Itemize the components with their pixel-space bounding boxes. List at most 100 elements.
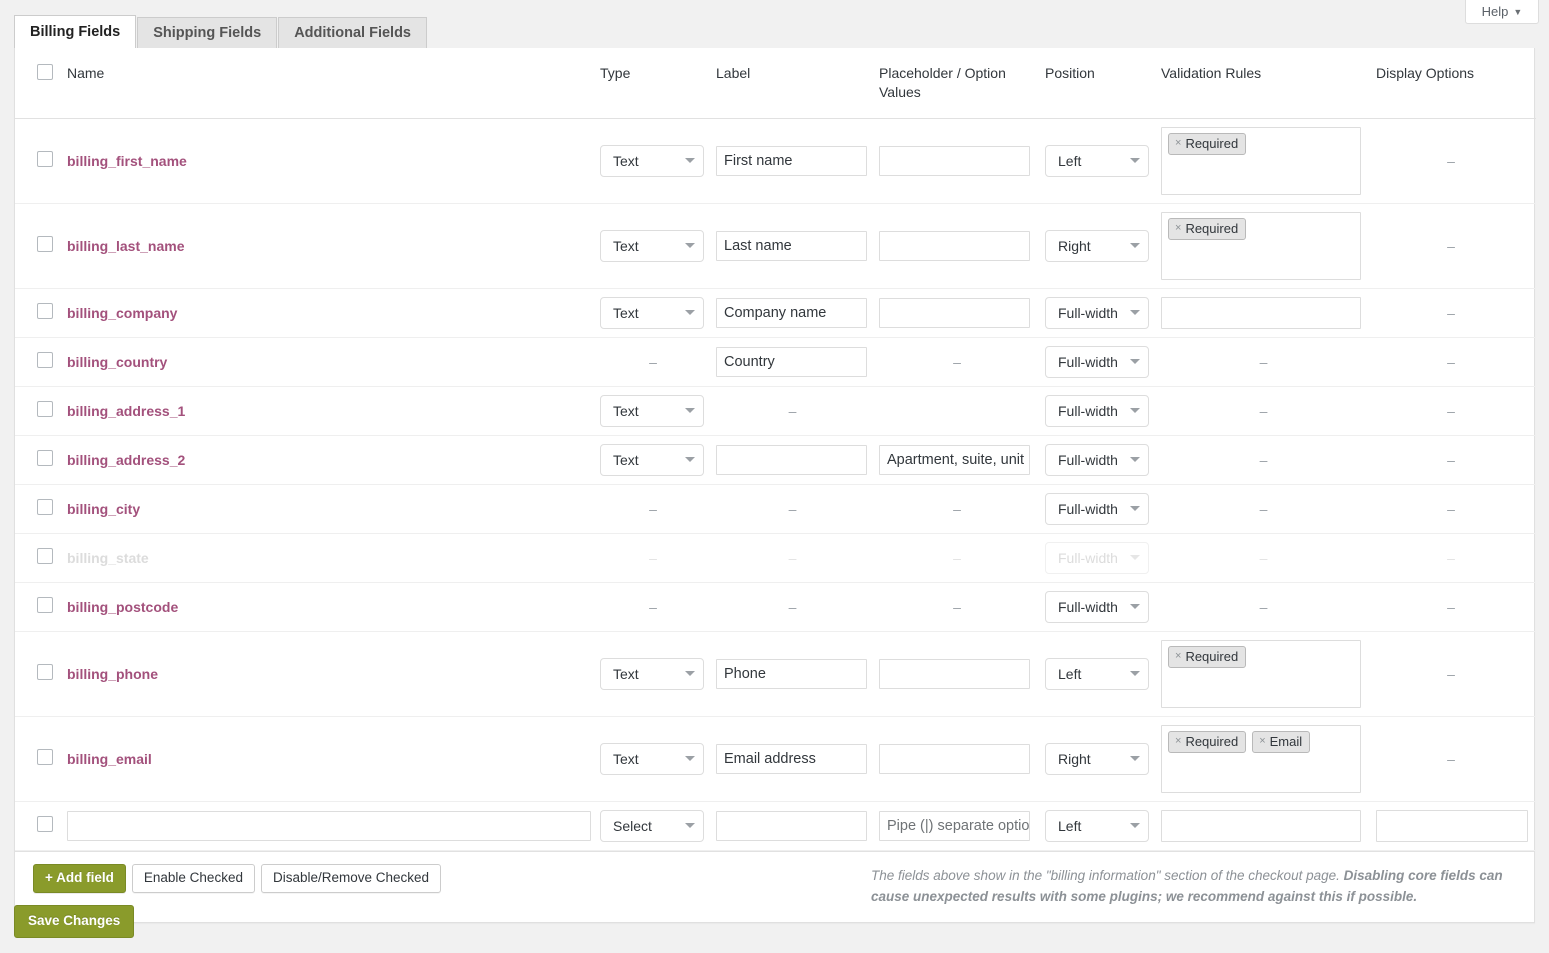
field-name-link[interactable]: billing_first_name bbox=[67, 153, 187, 169]
validation-rules-box[interactable]: ×Required bbox=[1161, 640, 1361, 708]
new-field-name-input[interactable] bbox=[67, 811, 591, 841]
field-type-select[interactable]: Text bbox=[600, 297, 704, 329]
field-position-select[interactable]: Full-width bbox=[1045, 346, 1149, 378]
row-select-cell bbox=[15, 337, 67, 386]
checkout-field-editor-page: Help ▼ Billing Fields Shipping Fields Ad… bbox=[0, 0, 1549, 953]
field-position-select[interactable]: Left bbox=[1045, 658, 1149, 690]
field-type-value: Text bbox=[613, 403, 681, 419]
table-row: billing_city–––Full-width–– bbox=[15, 484, 1536, 533]
validation-tag[interactable]: ×Required bbox=[1168, 731, 1246, 754]
field-label-input[interactable] bbox=[716, 445, 867, 475]
validation-rules-box[interactable]: ×Required ×Email bbox=[1161, 725, 1361, 793]
field-name-link[interactable]: billing_company bbox=[67, 305, 177, 321]
field-name-link[interactable]: billing_phone bbox=[67, 666, 158, 682]
field-type-select[interactable]: Text bbox=[600, 395, 704, 427]
tab-shipping-fields[interactable]: Shipping Fields bbox=[137, 17, 277, 48]
new-field-type-select[interactable]: Select bbox=[600, 810, 704, 842]
field-type-select[interactable]: Text bbox=[600, 743, 704, 775]
remove-tag-icon[interactable]: × bbox=[1175, 137, 1181, 150]
save-changes-button[interactable]: Save Changes bbox=[14, 905, 134, 938]
field-label-input[interactable]: Email address bbox=[716, 744, 867, 774]
tab-billing-fields[interactable]: Billing Fields bbox=[14, 15, 136, 48]
select-all-header bbox=[15, 48, 67, 118]
field-label-input[interactable]: Phone bbox=[716, 659, 867, 689]
new-field-position-select[interactable]: Left bbox=[1045, 810, 1149, 842]
field-name-cell: billing_address_1 bbox=[67, 386, 600, 435]
validation-tag[interactable]: ×Required bbox=[1168, 133, 1246, 156]
field-name-link[interactable]: billing_city bbox=[67, 501, 140, 517]
row-select-cell bbox=[15, 386, 67, 435]
field-name-link[interactable]: billing_address_1 bbox=[67, 403, 185, 419]
field-position-select[interactable]: Full-width bbox=[1045, 591, 1149, 623]
select-all-checkbox[interactable] bbox=[37, 64, 53, 80]
field-name-link[interactable]: billing_last_name bbox=[67, 238, 184, 254]
field-position-value: Left bbox=[1058, 153, 1126, 169]
field-position-cell: Full-width bbox=[1045, 337, 1161, 386]
enable-checked-button[interactable]: Enable Checked bbox=[132, 864, 255, 893]
table-row: billing_country–Country–Full-width–– bbox=[15, 337, 1536, 386]
new-field-position-cell: Left bbox=[1045, 801, 1161, 850]
new-field-placeholder-input[interactable]: Pipe (|) separate optio bbox=[879, 811, 1030, 841]
row-checkbox[interactable] bbox=[37, 749, 53, 765]
field-placeholder-input[interactable] bbox=[879, 659, 1030, 689]
field-position-value: Full-width bbox=[1058, 305, 1126, 321]
new-display-options-box[interactable] bbox=[1376, 810, 1528, 842]
row-checkbox[interactable] bbox=[37, 499, 53, 515]
field-placeholder-input[interactable] bbox=[879, 744, 1030, 774]
help-button[interactable]: Help ▼ bbox=[1465, 0, 1539, 24]
row-checkbox[interactable] bbox=[37, 303, 53, 319]
field-position-select[interactable]: Right bbox=[1045, 230, 1149, 262]
row-checkbox[interactable] bbox=[37, 450, 53, 466]
tab-additional-fields[interactable]: Additional Fields bbox=[278, 17, 427, 48]
field-label-input[interactable]: Company name bbox=[716, 298, 867, 328]
validation-rules-box[interactable]: ×Required bbox=[1161, 212, 1361, 280]
validation-rules-box[interactable]: ×Required bbox=[1161, 127, 1361, 195]
validation-tag[interactable]: ×Required bbox=[1168, 218, 1246, 241]
field-position-select[interactable]: Full-width bbox=[1045, 444, 1149, 476]
field-name-link[interactable]: billing_country bbox=[67, 354, 167, 370]
row-checkbox[interactable] bbox=[37, 548, 53, 564]
row-checkbox[interactable] bbox=[37, 151, 53, 167]
field-position-select[interactable]: Full-width bbox=[1045, 297, 1149, 329]
row-checkbox[interactable] bbox=[37, 597, 53, 613]
remove-tag-icon[interactable]: × bbox=[1175, 735, 1181, 748]
field-label-input[interactable]: Country bbox=[716, 347, 867, 377]
field-label-input[interactable]: First name bbox=[716, 146, 867, 176]
cell-dash: – bbox=[1161, 484, 1376, 533]
table-body: billing_first_name Text First name Left ×Req… bbox=[15, 118, 1536, 850]
field-name-link[interactable]: billing_postcode bbox=[67, 599, 178, 615]
field-name-link[interactable]: billing_email bbox=[67, 751, 152, 767]
remove-tag-icon[interactable]: × bbox=[1259, 735, 1265, 748]
row-checkbox[interactable] bbox=[37, 664, 53, 680]
row-checkbox[interactable] bbox=[37, 816, 53, 832]
add-field-button[interactable]: + Add field bbox=[33, 864, 126, 893]
field-type-select[interactable]: Text bbox=[600, 145, 704, 177]
validation-rules-box[interactable] bbox=[1161, 297, 1361, 329]
field-placeholder-input[interactable] bbox=[879, 298, 1030, 328]
field-placeholder-input[interactable] bbox=[879, 146, 1030, 176]
col-display-options: Display Options bbox=[1376, 48, 1536, 118]
new-validation-rules-box[interactable] bbox=[1161, 810, 1361, 842]
field-type-select[interactable]: Text bbox=[600, 444, 704, 476]
new-field-label-input[interactable] bbox=[716, 811, 867, 841]
field-label-input[interactable]: Last name bbox=[716, 231, 867, 261]
disable-remove-checked-button[interactable]: Disable/Remove Checked bbox=[261, 864, 441, 893]
validation-tag[interactable]: ×Email bbox=[1252, 731, 1310, 754]
field-position-select[interactable]: Right bbox=[1045, 743, 1149, 775]
row-checkbox[interactable] bbox=[37, 236, 53, 252]
field-position-select[interactable]: Full-width bbox=[1045, 493, 1149, 525]
field-type-select[interactable]: Text bbox=[600, 230, 704, 262]
row-checkbox[interactable] bbox=[37, 352, 53, 368]
validation-tag[interactable]: ×Required bbox=[1168, 646, 1246, 669]
field-type-select[interactable]: Text bbox=[600, 658, 704, 690]
field-position-select[interactable]: Full-width bbox=[1045, 395, 1149, 427]
field-position-select[interactable]: Left bbox=[1045, 145, 1149, 177]
empty-dash: – bbox=[1161, 403, 1366, 419]
remove-tag-icon[interactable]: × bbox=[1175, 650, 1181, 663]
field-label-cell: Phone bbox=[716, 631, 879, 716]
field-placeholder-input[interactable] bbox=[879, 231, 1030, 261]
remove-tag-icon[interactable]: × bbox=[1175, 222, 1181, 235]
row-checkbox[interactable] bbox=[37, 401, 53, 417]
field-name-link[interactable]: billing_address_2 bbox=[67, 452, 185, 468]
field-placeholder-input[interactable]: Apartment, suite, unit bbox=[879, 445, 1030, 475]
